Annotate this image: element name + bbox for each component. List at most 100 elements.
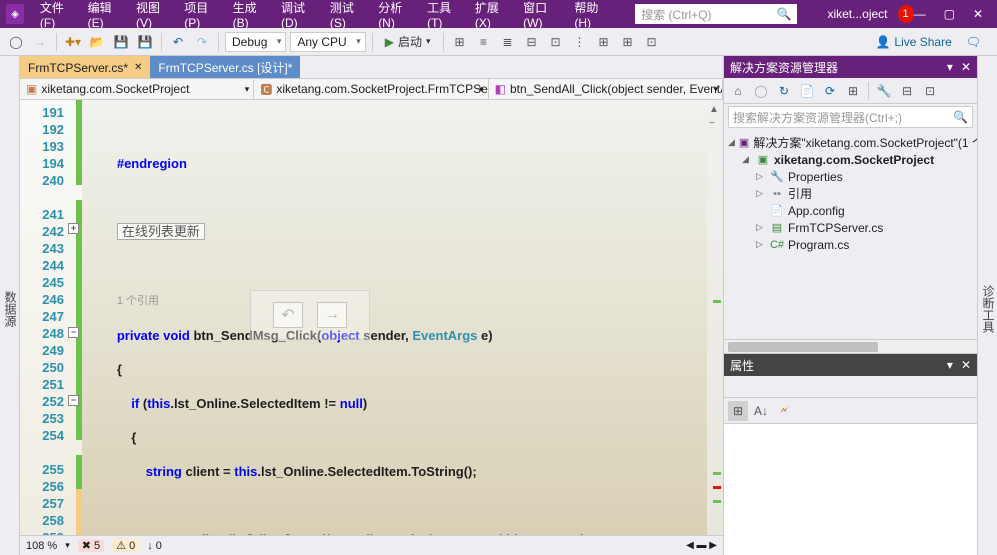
show-all-icon[interactable]: ⊞ — [843, 81, 863, 101]
tb-icon-2[interactable]: ≡ — [474, 32, 494, 52]
build-count[interactable]: ↓ 0 — [147, 540, 162, 552]
left-side-tab[interactable]: 数据源 — [0, 56, 20, 555]
nav-class-combo[interactable]: 🅲 xiketang.com.SocketProject.FrmTCPServe… — [254, 79, 488, 99]
class-icon: 🅲 — [260, 81, 272, 98]
solution-h-scroll[interactable] — [724, 339, 977, 353]
properties-grid[interactable] — [724, 424, 977, 555]
warning-count[interactable]: ⚠ 0 — [112, 539, 139, 552]
refresh-icon[interactable]: ⟳ — [820, 81, 840, 101]
tb-icon-8[interactable]: ⊞ — [618, 32, 638, 52]
menu-edit[interactable]: 编辑(E) — [82, 0, 128, 32]
save-all-button[interactable]: 💾 — [135, 32, 155, 52]
menu-window[interactable]: 窗口(W) — [517, 0, 566, 32]
vertical-scrollbar[interactable]: ▲ − — [707, 100, 723, 535]
main-toolbar: ◯ → ✚▾ 📂 💾 💾 ↶ ↷ Debug Any CPU ▶ 启动 ▾ ⊞ … — [0, 28, 997, 56]
tab-frmtcpserver-cs[interactable]: FrmTCPServer.cs* ✕ — [20, 56, 150, 78]
menu-project[interactable]: 项目(P) — [178, 0, 224, 32]
config-combo[interactable]: Debug — [225, 32, 286, 52]
tab-frmtcpserver-design[interactable]: FrmTCPServer.cs [设计]* — [150, 56, 300, 78]
right-side-tab[interactable]: 诊断工具 — [977, 56, 997, 555]
global-search-input[interactable]: 搜索 (Ctrl+Q) 🔍 — [635, 4, 797, 24]
overlay-nav-arrows: ↶ → — [250, 290, 370, 340]
menu-file[interactable]: 文件(F) — [34, 0, 80, 32]
fold-toggle[interactable]: + — [68, 223, 79, 234]
redo-button[interactable]: ↷ — [192, 32, 212, 52]
menu-debug[interactable]: 调试(D) — [275, 0, 322, 32]
menu-help[interactable]: 帮助(H) — [568, 0, 615, 32]
tree-frmtcpserver[interactable]: ▷▤FrmTCPServer.cs — [728, 219, 973, 236]
solution-search-input[interactable]: 搜索解决方案资源管理器(Ctrl+;) 🔍 — [728, 106, 973, 128]
save-button[interactable]: 💾 — [111, 32, 131, 52]
overlay-prev-icon[interactable]: ↶ — [273, 302, 303, 328]
menu-extensions[interactable]: 扩展(X) — [469, 0, 515, 32]
project-node[interactable]: ◢▣xiketang.com.SocketProject — [728, 151, 973, 168]
menu-tools[interactable]: 工具(T) — [421, 0, 467, 32]
pending-icon[interactable]: 📄 — [797, 81, 817, 101]
close-tab-icon[interactable]: ✕ — [134, 62, 142, 73]
menu-test[interactable]: 测试(S) — [324, 0, 370, 32]
minimize-button[interactable]: — — [914, 7, 926, 21]
feedback-icon[interactable]: 🗨 — [966, 35, 981, 49]
menu-analyze[interactable]: 分析(N) — [372, 0, 419, 32]
zoom-combo[interactable]: 108 % — [26, 540, 57, 552]
code-editor[interactable]: 191192193194240 241242243244245246247248… — [20, 100, 723, 535]
live-share-label: Live Share — [894, 35, 951, 49]
new-item-button[interactable]: ✚▾ — [63, 32, 83, 52]
tree-properties[interactable]: ▷🔧Properties — [728, 168, 973, 185]
tb-icon-6[interactable]: ⋮ — [570, 32, 590, 52]
title-bar: ◈ 文件(F) 编辑(E) 视图(V) 项目(P) 生成(B) 调试(D) 测试… — [0, 0, 997, 28]
properties-icon[interactable]: 🔧 — [874, 81, 894, 101]
close-button[interactable]: ✕ — [973, 7, 983, 21]
tb-icon-1[interactable]: ⊞ — [450, 32, 470, 52]
tb-icon-5[interactable]: ⊡ — [546, 32, 566, 52]
error-count[interactable]: ✖ 5 — [78, 539, 104, 552]
notification-badge[interactable]: 1 — [898, 5, 914, 23]
overlay-next-icon[interactable]: → — [317, 302, 347, 328]
categorized-icon[interactable]: ⊞ — [728, 401, 748, 421]
tree-appconfig[interactable]: 📄App.config — [728, 202, 973, 219]
sync-icon[interactable]: ↻ — [774, 81, 794, 101]
platform-combo[interactable]: Any CPU — [290, 32, 365, 52]
fold-toggle[interactable]: − — [68, 327, 79, 338]
editor-statusbar: 108 % ▾ ✖ 5 ⚠ 0 ↓ 0 ◀ ▬ ▶ — [20, 535, 723, 555]
project-name-label: xiket...oject — [827, 7, 887, 21]
tree-program[interactable]: ▷C#Program.cs — [728, 236, 973, 253]
solution-tree[interactable]: ◢▣解决方案"xiketang.com.SocketProject"(1 个项目… — [724, 130, 977, 339]
live-share-button[interactable]: 👤 Live Share 🗨 — [875, 35, 991, 49]
home-icon[interactable]: ⌂ — [728, 81, 748, 101]
alphabetical-icon[interactable]: A↓ — [751, 401, 771, 421]
nav-back-button[interactable]: ◯ — [6, 32, 26, 52]
codelens-references[interactable]: 1 个引用 — [117, 295, 159, 307]
pin-icon[interactable]: ▾ — [947, 358, 953, 372]
nav-project-combo[interactable]: ▣ xiketang.com.SocketProject — [20, 79, 254, 99]
pin-icon[interactable]: ▾ — [947, 60, 953, 74]
close-pane-icon[interactable]: ✕ — [961, 358, 971, 372]
undo-button[interactable]: ↶ — [168, 32, 188, 52]
collapse-icon[interactable]: ◯ — [751, 81, 771, 101]
preview-icon[interactable]: ⊟ — [897, 81, 917, 101]
open-button[interactable]: 📂 — [87, 32, 107, 52]
nav-class-label: xiketang.com.SocketProject.FrmTCPServer — [276, 82, 488, 96]
properties-object-combo[interactable] — [724, 376, 977, 398]
code-text[interactable]: #endregion + 在线列表更新 1 个引用 − private void… — [82, 100, 723, 535]
fold-toggle[interactable]: − — [68, 395, 79, 406]
nav-forward-button[interactable]: → — [30, 32, 50, 52]
collapsed-region[interactable]: 在线列表更新 — [117, 223, 205, 240]
close-pane-icon[interactable]: ✕ — [961, 60, 971, 74]
tb-icon-7[interactable]: ⊞ — [594, 32, 614, 52]
solution-root-node[interactable]: ◢▣解决方案"xiketang.com.SocketProject"(1 个项目… — [728, 134, 973, 151]
menu-build[interactable]: 生成(B) — [227, 0, 273, 32]
tb-icon-3[interactable]: ≣ — [498, 32, 518, 52]
menu-view[interactable]: 视图(V) — [130, 0, 176, 32]
nav-project-label: xiketang.com.SocketProject — [41, 82, 189, 96]
start-debug-button[interactable]: ▶ 启动 ▾ — [379, 33, 437, 50]
tree-references[interactable]: ▷▪▪引用 — [728, 185, 973, 202]
view-icon[interactable]: ⊡ — [920, 81, 940, 101]
nav-member-label: btn_SendAll_Click(object sender, EventAr… — [510, 82, 723, 96]
maximize-button[interactable]: ▢ — [944, 7, 955, 21]
nav-member-combo[interactable]: ◧ btn_SendAll_Click(object sender, Event… — [489, 79, 723, 99]
events-icon[interactable]: 🗲 — [774, 401, 794, 421]
tb-icon-4[interactable]: ⊟ — [522, 32, 542, 52]
document-tabs: FrmTCPServer.cs* ✕ FrmTCPServer.cs [设计]* — [20, 56, 723, 78]
tb-icon-9[interactable]: ⊡ — [642, 32, 662, 52]
